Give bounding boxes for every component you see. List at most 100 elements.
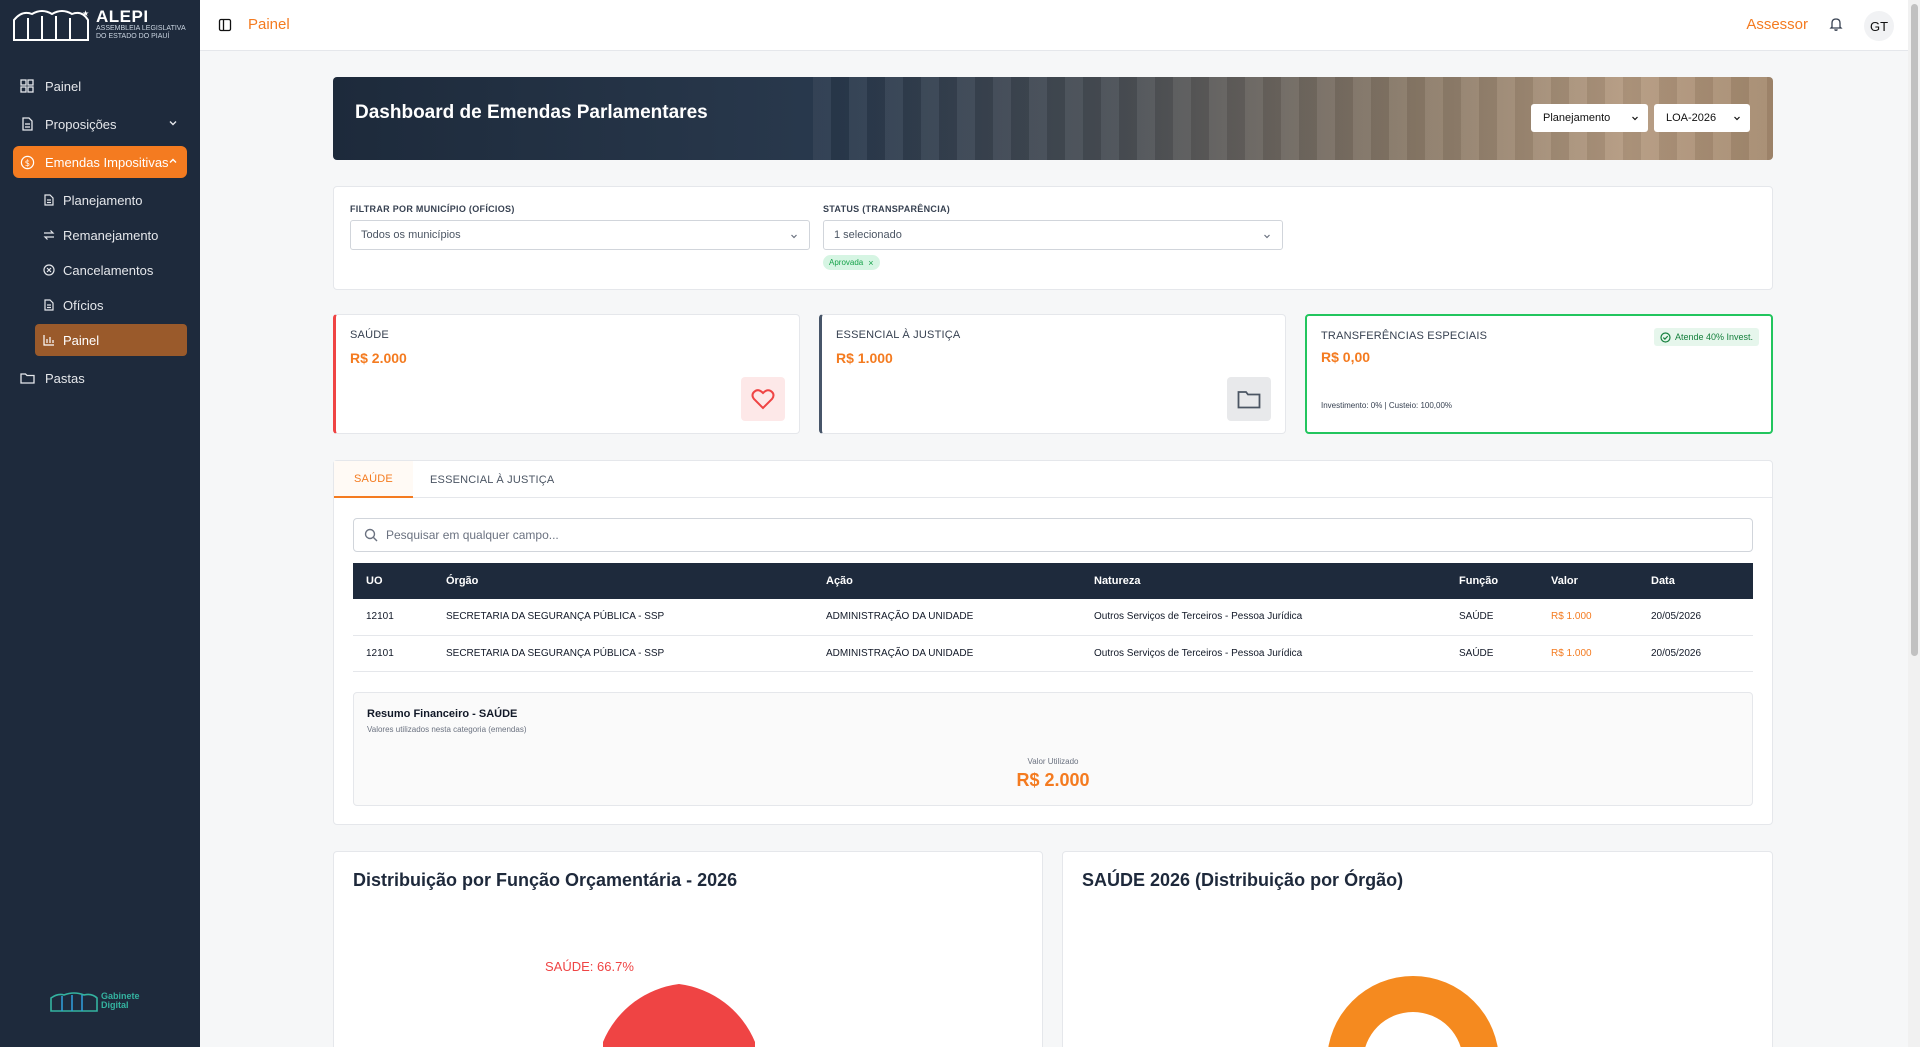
logo-name: ALEPI: [96, 6, 149, 26]
swap-icon: [43, 229, 55, 241]
sidebar-item-emendas-impositivas[interactable]: $ Emendas Impositivas: [13, 146, 187, 178]
pie-slice-saude[interactable]: [603, 984, 755, 1047]
emendas-table: UO Órgão Ação Natureza Função Valor Data…: [353, 563, 1753, 672]
status-badge: Atende 40% Invest.: [1653, 328, 1759, 346]
building-logo-icon: ★: [13, 9, 89, 41]
sidebar-item-label: Painel: [45, 78, 82, 94]
loa-select-value: LOA-2026: [1666, 112, 1717, 124]
logo-text: ALEPI ASSEMBLEIA LEGISLATIVA DO ESTADO D…: [96, 8, 186, 41]
sidebar-subitem-label: Planejamento: [63, 192, 143, 208]
column-header-natureza[interactable]: Natureza: [1081, 563, 1446, 599]
cell-acao: ADMINISTRAÇÃO DA UNIDADE: [813, 599, 1081, 636]
planning-select-value: Planejamento: [1543, 112, 1611, 124]
sidebar-toggle-icon[interactable]: [218, 18, 232, 32]
sidebar-item-painel[interactable]: Painel: [13, 70, 187, 102]
column-header-funcao[interactable]: Função: [1446, 563, 1538, 599]
funcao-chart-card: Distribuição por Função Orçamentária - 2…: [333, 851, 1043, 1047]
sidebar-item-proposicoes[interactable]: Proposições: [13, 108, 187, 140]
dashboard-banner: Dashboard de Emendas Parlamentares Plane…: [333, 77, 1773, 160]
column-header-data[interactable]: Data: [1638, 563, 1753, 599]
file-icon: [43, 299, 55, 311]
svg-text:$: $: [24, 157, 29, 167]
search-icon: [364, 528, 378, 542]
stat-value: R$ 0,00: [1321, 349, 1371, 365]
sidebar: ★ ALEPI ASSEMBLEIA LEGISLATIVA DO ESTADO…: [0, 0, 200, 1047]
table-row[interactable]: 12101 SECRETARIA DA SEGURANÇA PÚBLICA - …: [353, 599, 1753, 636]
breadcrumb[interactable]: Painel: [248, 16, 290, 33]
cell-valor: R$ 1.000: [1538, 599, 1638, 636]
chart-title: Distribuição por Função Orçamentária - 2…: [353, 870, 738, 890]
x-circle-icon: [43, 264, 55, 276]
summary-title: Resumo Financeiro - SAÚDE: [367, 708, 518, 720]
orgao-chart-card: SAÚDE 2026 (Distribuição por Órgão): [1062, 851, 1773, 1047]
chart-title: SAÚDE 2026 (Distribuição por Órgão): [1082, 870, 1404, 890]
stat-card-essencial-justica: ESSENCIAL À JUSTIÇA R$ 1.000: [819, 314, 1286, 434]
municipio-select[interactable]: Todos os municípios: [350, 220, 810, 250]
column-header-valor[interactable]: Valor: [1538, 563, 1638, 599]
search-bar: [353, 518, 1753, 552]
stat-title: TRANSFERÊNCIAS ESPECIAIS: [1321, 330, 1488, 342]
sidebar-subitem-label: Painel: [63, 332, 100, 348]
bar-chart-icon: [43, 334, 55, 346]
municipio-filter-label: FILTRAR POR MUNICÍPIO (OFÍCIOS): [350, 204, 515, 214]
summary-value: R$ 2.000: [1016, 770, 1090, 790]
cell-uo: 12101: [353, 635, 433, 672]
filters-card: FILTRAR POR MUNICÍPIO (OFÍCIOS) Todos os…: [333, 186, 1773, 290]
bell-icon[interactable]: [1828, 16, 1844, 32]
chevron-up-icon: [169, 158, 177, 163]
gabinete-digital-logo: Gabinete Digital: [50, 990, 140, 1012]
remove-tag-icon[interactable]: ×: [868, 258, 873, 268]
table-header-row: UO Órgão Ação Natureza Função Valor Data: [353, 563, 1753, 599]
folder-icon: [1227, 377, 1271, 421]
chevron-down-icon: [1734, 116, 1740, 121]
sidebar-subitem-remanejamento[interactable]: Remanejamento: [35, 219, 187, 251]
sidebar-subitem-oficios[interactable]: Ofícios: [35, 289, 187, 321]
sidebar-item-label: Proposições: [45, 116, 117, 132]
tab-saude[interactable]: SAÚDE: [334, 461, 413, 498]
stat-value: R$ 2.000: [350, 350, 407, 366]
loa-select[interactable]: LOA-2026: [1654, 104, 1750, 132]
financial-summary: Resumo Financeiro - SAÚDE Valores utiliz…: [353, 692, 1753, 806]
emendas-table-card: SAÚDE ESSENCIAL À JUSTIÇA UO Órgão Ação …: [333, 460, 1773, 825]
category-tabs: SAÚDE ESSENCIAL À JUSTIÇA: [334, 461, 1772, 498]
footer-logo-line2: Digital: [101, 1000, 129, 1010]
dollar-circle-icon: $: [19, 154, 35, 170]
sidebar-item-label: Pastas: [45, 370, 85, 386]
column-header-acao[interactable]: Ação: [813, 563, 1081, 599]
sidebar-item-pastas[interactable]: Pastas: [13, 362, 187, 394]
column-header-orgao[interactable]: Órgão: [433, 563, 813, 599]
svg-text:★: ★: [82, 9, 89, 18]
sidebar-subitem-painel[interactable]: Painel: [35, 324, 187, 356]
sidebar-item-label: Emendas Impositivas: [45, 154, 169, 170]
donut-slice[interactable]: [1327, 976, 1499, 1047]
chevron-down-icon: [791, 234, 797, 239]
cell-data: 20/05/2026: [1638, 599, 1753, 636]
avatar[interactable]: GT: [1864, 11, 1894, 41]
column-header-uo[interactable]: UO: [353, 563, 433, 599]
cell-orgao: SECRETARIA DA SEGURANÇA PÚBLICA - SSP: [433, 635, 813, 672]
sidebar-nav: Painel Proposições $ Emendas Impositivas…: [0, 70, 200, 400]
cell-funcao: SAÚDE: [1446, 635, 1538, 672]
cell-natureza: Outros Serviços de Terceiros - Pessoa Ju…: [1081, 599, 1446, 636]
alepi-logo[interactable]: ★ ALEPI ASSEMBLEIA LEGISLATIVA DO ESTADO…: [12, 6, 186, 42]
tab-essencial-justica[interactable]: ESSENCIAL À JUSTIÇA: [410, 461, 574, 498]
cell-data: 20/05/2026: [1638, 635, 1753, 672]
sidebar-subitem-label: Remanejamento: [63, 227, 159, 243]
status-tag-label: Aprovada: [829, 258, 864, 267]
table-row[interactable]: 12101 SECRETARIA DA SEGURANÇA PÚBLICA - …: [353, 635, 1753, 672]
status-select-value: 1 selecionado: [834, 229, 902, 241]
page-scrollbar[interactable]: [1908, 0, 1920, 1047]
sidebar-subitem-planejamento[interactable]: Planejamento: [35, 184, 187, 216]
page-title: Dashboard de Emendas Parlamentares: [355, 102, 708, 123]
sidebar-subitem-cancelamentos[interactable]: Cancelamentos: [35, 254, 187, 286]
user-role[interactable]: Assessor: [1746, 16, 1808, 33]
scrollbar-thumb[interactable]: [1911, 4, 1918, 656]
planning-select[interactable]: Planejamento: [1531, 104, 1648, 132]
cell-acao: ADMINISTRAÇÃO DA UNIDADE: [813, 635, 1081, 672]
status-select[interactable]: 1 selecionado: [823, 220, 1283, 250]
search-input[interactable]: [386, 528, 1686, 542]
gabinete-logo-icon: [50, 992, 98, 1012]
stat-card-saude: SAÚDE R$ 2.000: [333, 314, 800, 434]
document-icon: [19, 116, 35, 132]
municipio-select-value: Todos os municípios: [361, 229, 461, 241]
